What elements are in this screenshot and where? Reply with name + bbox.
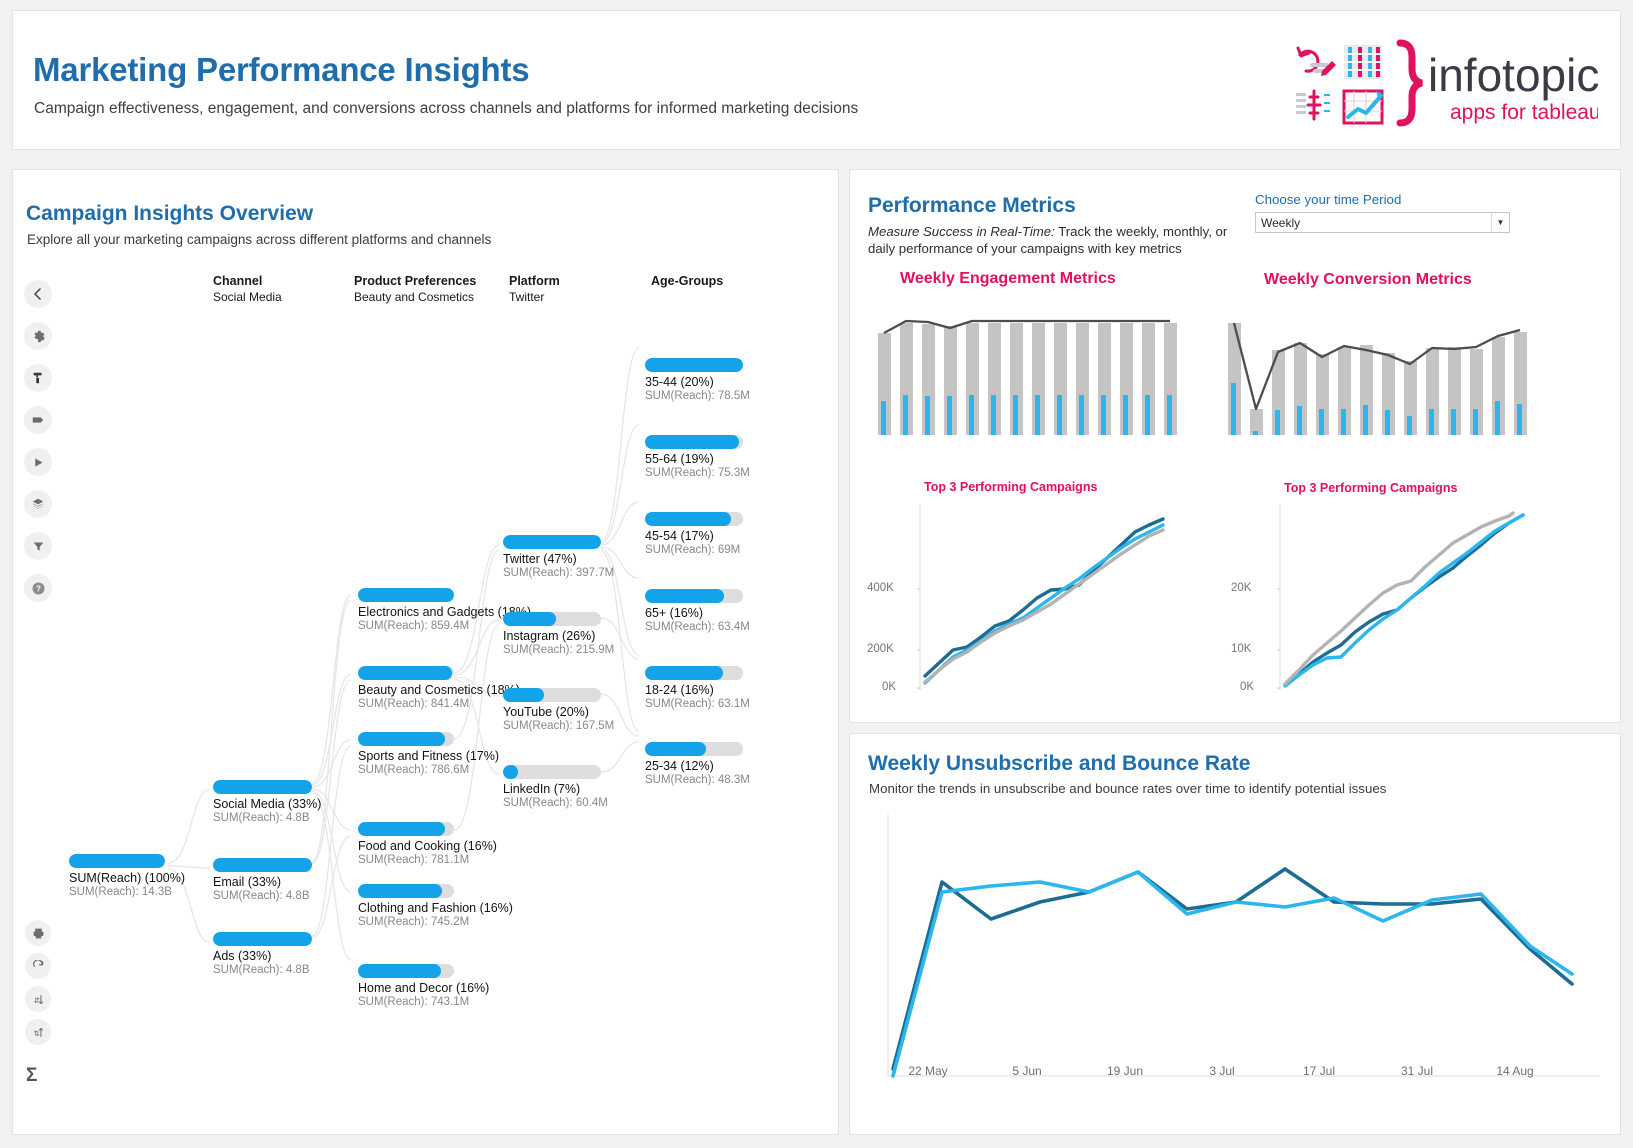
- node-bar: [503, 535, 601, 549]
- top3-engagement-chart: [917, 505, 1165, 690]
- performance-title: Performance Metrics: [868, 194, 1076, 217]
- unsubscribe-bounce-panel: Weekly Unsubscribe and Bounce Rate Monit…: [849, 733, 1621, 1135]
- column-header-product-preferences: Product Preferences Beauty and Cosmetics: [354, 274, 477, 304]
- top3-eng-series-c: [923, 528, 1165, 684]
- xtick-31-jul: 31 Jul: [1400, 1064, 1434, 1078]
- bounce-rate-line: [891, 870, 1574, 1078]
- top3-conversion-title: Top 3 Performing Campaigns: [1284, 481, 1458, 495]
- time-period-select[interactable]: Weekly ▼: [1255, 212, 1510, 233]
- node-bar: +: [645, 742, 743, 756]
- tree-node-age-25-34[interactable]: + 25-34 (12%) SUM(Reach): 48.3M: [645, 742, 750, 786]
- tree-node-twitter[interactable]: Twitter (47%) SUM(Reach): 397.7M: [503, 535, 614, 579]
- tree-node-email[interactable]: Email (33%) SUM(Reach): 4.8B: [213, 858, 312, 902]
- xtick-17-jul: 17 Jul: [1302, 1064, 1336, 1078]
- column-header-platform: Platform Twitter: [509, 274, 560, 304]
- node-bar: +: [645, 666, 743, 680]
- page-subtitle: Campaign effectiveness, engagement, and …: [34, 100, 859, 117]
- node-bar: [503, 765, 601, 779]
- chevron-down-icon[interactable]: ▼: [1491, 213, 1509, 232]
- performance-description: Measure Success in Real-Time: Track the …: [868, 223, 1258, 258]
- xtick-3-jul: 3 Jul: [1209, 1064, 1235, 1078]
- tree-node-electronics-and-gadgets[interactable]: Electronics and Gadgets (18%) SUM(Reach)…: [358, 588, 531, 632]
- weekly-engagement-title: Weekly Engagement Metrics: [900, 270, 1116, 287]
- bounce-title: Weekly Unsubscribe and Bounce Rate: [868, 752, 1251, 775]
- tree-node-youtube[interactable]: YouTube (20%) SUM(Reach): 167.5M: [503, 688, 614, 732]
- conversion-wide-bars: [1228, 323, 1527, 435]
- tree-node-linkedin[interactable]: LinkedIn (7%) SUM(Reach): 60.4M: [503, 765, 608, 809]
- xtick-14-aug: 14 Aug: [1496, 1064, 1534, 1078]
- weekly-conversion-title: Weekly Conversion Metrics: [1264, 271, 1472, 288]
- unsubscribe-rate-line: [891, 867, 1574, 1071]
- svg-text:infotopics: infotopics: [1428, 49, 1598, 101]
- performance-description-emphasis: Measure Success in Real-Time:: [868, 224, 1055, 239]
- node-bar: [213, 858, 312, 872]
- top3-engagement-ytick-0k: 0K: [882, 681, 897, 693]
- node-bar: +: [645, 358, 743, 372]
- node-bar: [358, 732, 454, 746]
- xtick-22-may: 22 May: [908, 1064, 948, 1078]
- tree-node-sports-and-fitness[interactable]: Sports and Fitness (17%) SUM(Reach): 786…: [358, 732, 499, 776]
- xtick-19-jun: 19 Jun: [1106, 1064, 1144, 1078]
- tree-node-food-and-cooking[interactable]: Food and Cooking (16%) SUM(Reach): 781.1…: [358, 822, 497, 866]
- node-bar: [503, 688, 601, 702]
- node-bar: [213, 780, 312, 794]
- node-bar: [503, 612, 601, 626]
- tree-node-age-35-44[interactable]: + 35-44 (20%) SUM(Reach): 78.5M: [645, 358, 750, 402]
- time-period-label: Choose your time Period: [1255, 192, 1402, 207]
- tree-node-age-65-plus[interactable]: + 65+ (16%) SUM(Reach): 63.4M: [645, 589, 750, 633]
- tree-node-age-18-24[interactable]: + 18-24 (16%) SUM(Reach): 63.1M: [645, 666, 750, 710]
- dashboard-header: Marketing Performance Insights Campaign …: [12, 10, 1622, 150]
- time-period-control: Choose your time Period Weekly ▼: [1255, 192, 1515, 233]
- time-period-value: Weekly: [1261, 215, 1301, 230]
- node-bar: +: [645, 435, 743, 449]
- tree-node-social-media[interactable]: Social Media (33%) SUM(Reach): 4.8B: [213, 780, 321, 824]
- tree-node-age-45-54[interactable]: + 45-54 (17%) SUM(Reach): 69M: [645, 512, 743, 556]
- top3-conversion-ytick-0k: 0K: [1240, 681, 1255, 693]
- weekly-engagement-chart: [878, 319, 1177, 435]
- tree-node-age-55-64[interactable]: + 55-64 (19%) SUM(Reach): 75.3M: [645, 435, 750, 479]
- tree-node-ads[interactable]: Ads (33%) SUM(Reach): 4.8B: [213, 932, 312, 976]
- node-bar: [213, 932, 312, 946]
- node-bar: [69, 854, 165, 868]
- node-bar: [358, 822, 454, 836]
- node-bar: +: [645, 589, 743, 603]
- performance-metrics-panel: Performance Metrics Measure Success in R…: [849, 169, 1621, 723]
- page-title: Marketing Performance Insights: [33, 51, 530, 88]
- node-bar: [358, 588, 454, 602]
- node-bar: [358, 884, 454, 898]
- weekly-conversion-chart: [1228, 322, 1527, 435]
- campaign-insights-panel: Campaign Insights Overview Explore all y…: [12, 169, 839, 1135]
- tree-node-instagram[interactable]: Instagram (26%) SUM(Reach): 215.9M: [503, 612, 614, 656]
- bounce-subtitle: Monitor the trends in unsubscribe and bo…: [869, 781, 1387, 796]
- infotopics-logo: infotopics apps for tableau: [1288, 35, 1622, 131]
- tree-node-clothing-and-fashion[interactable]: Clothing and Fashion (16%) SUM(Reach): 7…: [358, 884, 513, 928]
- node-bar: [358, 666, 454, 680]
- campaign-tree-diagram: Channel Social Media Product Preferences…: [13, 170, 840, 1136]
- top3-engagement-ytick-200k: 200K: [867, 643, 894, 655]
- top3-conversion-ytick-20k: 20K: [1231, 582, 1252, 594]
- node-bar: +: [645, 512, 743, 526]
- top3-engagement-title: Top 3 Performing Campaigns: [924, 480, 1098, 494]
- top3-engagement-ytick-400k: 400K: [867, 582, 894, 594]
- column-header-channel: Channel Social Media: [213, 274, 282, 304]
- column-header-age-groups: Age-Groups: [651, 274, 724, 288]
- top3-conversion-ytick-10k: 10K: [1231, 643, 1252, 655]
- unsubscribe-bounce-chart: [887, 814, 1600, 1078]
- top3-conversion-chart: [1277, 505, 1525, 690]
- node-bar: [358, 964, 454, 978]
- tree-node-beauty-and-cosmetics[interactable]: Beauty and Cosmetics (18%) SUM(Reach): 8…: [358, 666, 520, 710]
- engagement-wide-bars: [878, 323, 1177, 435]
- tree-node-home-and-decor[interactable]: Home and Decor (16%) SUM(Reach): 743.1M: [358, 964, 489, 1008]
- svg-text:apps for tableau: apps for tableau: [1450, 101, 1598, 124]
- dashboard-page: Marketing Performance Insights Campaign …: [0, 0, 1633, 1148]
- xtick-5-jun: 5 Jun: [1012, 1064, 1042, 1078]
- tree-node-root[interactable]: SUM(Reach) (100%) SUM(Reach): 14.3B: [69, 854, 185, 898]
